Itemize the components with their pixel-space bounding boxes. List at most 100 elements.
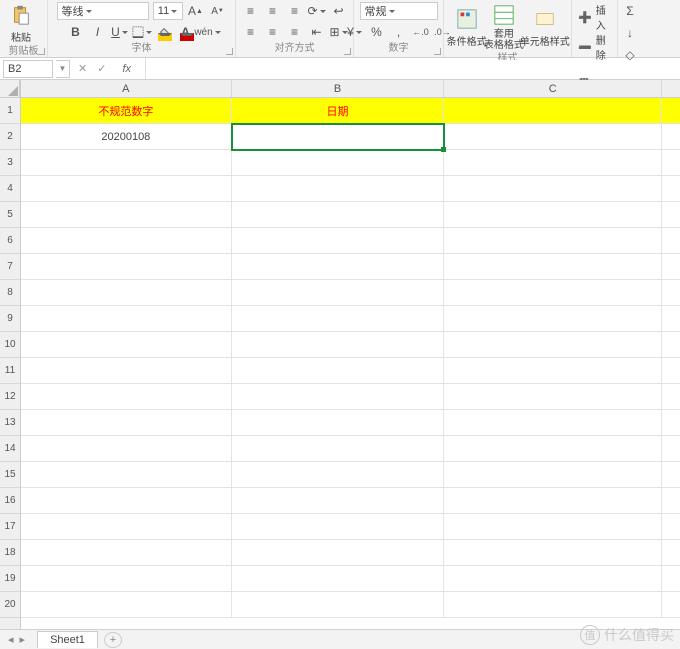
row-header[interactable]: 13 [0,410,20,436]
comma-button[interactable]: , [390,23,408,41]
add-sheet-button[interactable]: + [104,632,122,648]
cell[interactable] [232,462,445,488]
row-header[interactable]: 1 [0,98,20,124]
align-bottom-button[interactable]: ≡ [286,2,304,20]
column-header[interactable] [662,80,680,97]
cell[interactable] [232,540,445,566]
insert-function-button[interactable]: fx [116,63,137,75]
cell[interactable] [444,540,662,566]
row-header[interactable]: 18 [0,540,20,566]
cell[interactable] [662,488,680,514]
cell[interactable] [662,384,680,410]
cell[interactable]: 20200108 [21,124,232,150]
cell[interactable] [662,566,680,592]
cell[interactable]: 日期 [232,98,445,124]
cell[interactable] [21,254,232,280]
row-header[interactable]: 3 [0,150,20,176]
cell-styles-button[interactable]: 单元格样式 [524,6,565,49]
percent-button[interactable]: % [368,23,386,41]
cell[interactable] [662,228,680,254]
italic-button[interactable]: I [89,23,107,41]
cell[interactable] [662,462,680,488]
cell[interactable] [21,150,232,176]
font-color-button[interactable]: A [177,23,195,41]
row-header[interactable]: 6 [0,228,20,254]
row-header[interactable]: 2 [0,124,20,150]
decrease-decimal-button[interactable]: .0→ [434,23,452,41]
cell[interactable] [444,592,662,618]
row-header[interactable]: 7 [0,254,20,280]
cell[interactable] [662,332,680,358]
row-header[interactable]: 15 [0,462,20,488]
font-size-combo[interactable]: 11 [153,2,183,20]
underline-button[interactable]: U [111,23,129,41]
row-header[interactable]: 8 [0,280,20,306]
cell[interactable] [232,150,445,176]
cell[interactable] [232,306,445,332]
cell[interactable] [21,462,232,488]
name-box[interactable]: B2 [3,60,53,78]
row-header[interactable]: 10 [0,332,20,358]
cell[interactable] [444,306,662,332]
cell[interactable] [232,254,445,280]
wrap-text-button[interactable]: ↩ [330,2,348,20]
cell[interactable] [444,228,662,254]
cell[interactable] [444,566,662,592]
cell[interactable] [232,280,445,306]
column-header[interactable]: B [232,80,445,97]
row-header[interactable]: 16 [0,488,20,514]
row-header[interactable]: 4 [0,176,20,202]
cell[interactable] [232,514,445,540]
cell[interactable] [444,280,662,306]
cell[interactable] [21,566,232,592]
autosum-button[interactable]: Σ [621,2,639,20]
cell[interactable] [662,540,680,566]
cell[interactable] [444,384,662,410]
cell[interactable] [444,436,662,462]
tab-nav-last[interactable]: ▸ [20,633,26,646]
align-middle-button[interactable]: ≡ [264,2,282,20]
cell[interactable] [444,410,662,436]
cell[interactable]: 不规范数字 [21,98,232,124]
orientation-button[interactable]: ⟳ [308,2,326,20]
indent-dec-button[interactable]: ⇤ [308,23,326,41]
cell[interactable] [444,176,662,202]
cell[interactable] [232,592,445,618]
row-header[interactable]: 5 [0,202,20,228]
cell[interactable] [444,332,662,358]
cell[interactable] [444,150,662,176]
row-header[interactable]: 9 [0,306,20,332]
cell[interactable] [662,98,680,124]
bold-button[interactable]: B [67,23,85,41]
row-header[interactable]: 12 [0,384,20,410]
cell[interactable] [232,566,445,592]
cell[interactable] [21,332,232,358]
cell[interactable] [662,202,680,228]
cell[interactable] [232,488,445,514]
cell[interactable] [232,228,445,254]
cell[interactable] [232,436,445,462]
conditional-format-button[interactable]: 条件格式 [450,6,483,49]
delete-button[interactable]: ➖删除 [578,32,611,62]
select-all-corner[interactable] [0,80,20,98]
cell[interactable] [21,488,232,514]
cell[interactable] [662,254,680,280]
cell[interactable] [444,98,662,124]
cell[interactable] [232,202,445,228]
border-button[interactable] [133,23,151,41]
cell[interactable] [21,384,232,410]
cell[interactable] [444,124,662,150]
format-as-table-button[interactable]: 套用 表格格式 [487,2,520,52]
number-format-combo[interactable]: 常规 [360,2,438,20]
cell[interactable] [662,592,680,618]
fill-button[interactable]: ↓ [621,24,639,42]
cell[interactable] [232,384,445,410]
font-name-combo[interactable]: 等线 [57,2,149,20]
align-center-button[interactable]: ≡ [264,23,282,41]
row-header[interactable]: 14 [0,436,20,462]
cell[interactable] [21,202,232,228]
cancel-button[interactable]: ✕ [78,62,87,75]
align-top-button[interactable]: ≡ [242,2,260,20]
cell[interactable] [232,176,445,202]
align-right-button[interactable]: ≡ [286,23,304,41]
